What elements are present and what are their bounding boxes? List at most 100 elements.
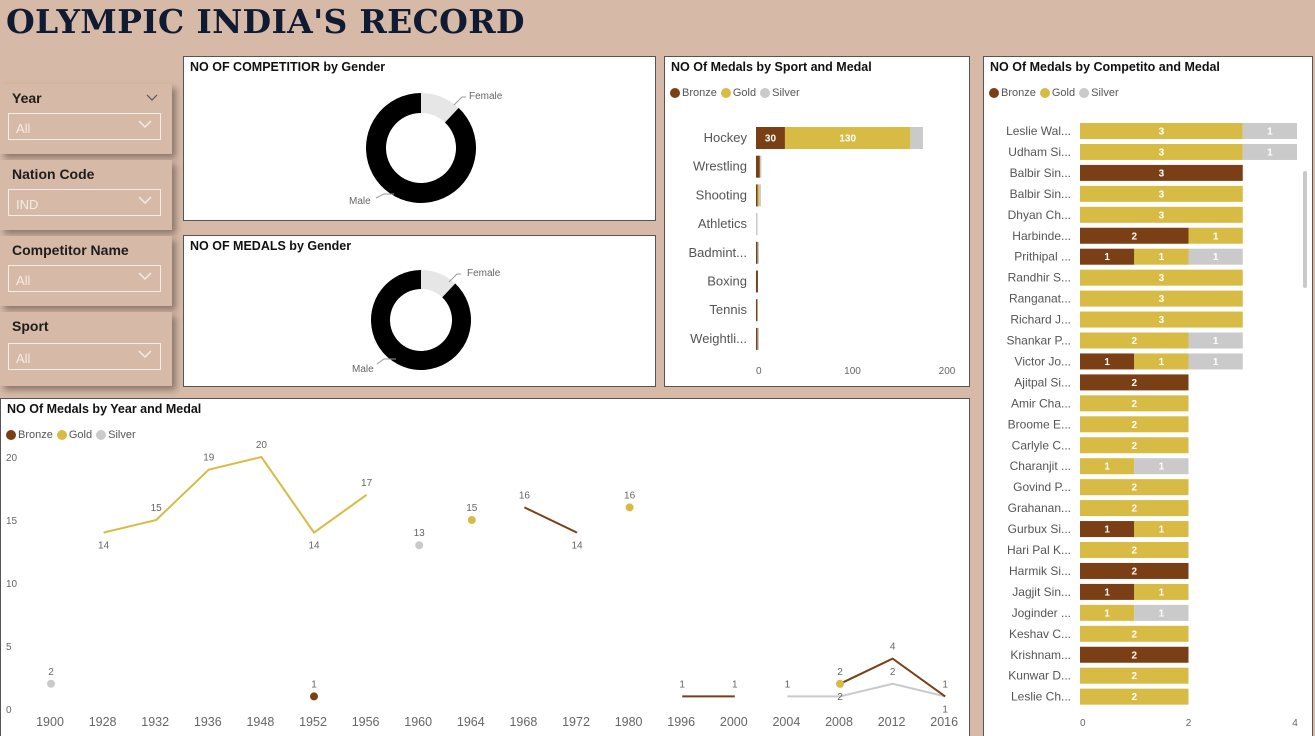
category-label: Ranganat... xyxy=(1009,292,1071,306)
x-tick-label: 2016 xyxy=(930,715,958,729)
medals-by-sport-chart[interactable]: Hockey 30 130 Wrestling Shooting Athletics Bad… xyxy=(665,57,969,386)
bronze-bar[interactable] xyxy=(756,155,760,178)
category-label: Carlyle C... xyxy=(1012,438,1071,452)
x-tick-label: 4 xyxy=(1292,718,1298,729)
medals-by-competitor-chart[interactable]: Leslie Wal... 3 1 Udham Si... 3 1 Balbir Sin..… xyxy=(984,57,1312,736)
data-label: 2 xyxy=(1131,671,1137,682)
category-label: Balbir Sin... xyxy=(1010,166,1071,180)
medals-by-year-panel[interactable]: NO Of Medals by Year and Medal Bronze Go… xyxy=(0,398,970,736)
chevron-down-icon xyxy=(138,196,152,205)
silver-bar[interactable] xyxy=(759,155,762,178)
collapse-chevron-icon[interactable] xyxy=(146,94,158,102)
sport-dropdown[interactable]: All xyxy=(8,343,161,370)
category-label: Tennis xyxy=(709,302,747,317)
sport-slicer[interactable]: Sport All xyxy=(0,312,172,386)
data-label: 2 xyxy=(1131,336,1137,347)
data-label: 1 xyxy=(311,679,317,690)
bronze-bar[interactable] xyxy=(756,327,758,350)
data-label: 1 xyxy=(1213,231,1219,242)
medals-by-competitor-panel[interactable]: NO Of Medals by Competito and Medal Bron… xyxy=(983,56,1313,736)
x-tick-label: 1968 xyxy=(509,715,537,729)
sport-slicer-label: Sport xyxy=(12,318,49,334)
year-dropdown[interactable]: All xyxy=(8,113,161,140)
category-label: Ajitpal Si... xyxy=(1014,375,1071,389)
competitors-by-gender-panel[interactable]: NO OF COMPETITIOR by Gender Female Male xyxy=(183,56,656,221)
data-label: 13 xyxy=(414,528,426,539)
gold-bar[interactable] xyxy=(757,184,760,207)
data-label: 3 xyxy=(1159,294,1165,305)
data-label: 2 xyxy=(1131,441,1137,452)
x-tick-label: 2004 xyxy=(772,715,800,729)
data-label: 1 xyxy=(1104,357,1110,368)
bronze-bar[interactable] xyxy=(756,270,758,293)
silver-line[interactable] xyxy=(787,682,946,698)
data-label: 2 xyxy=(837,667,843,678)
data-label: 3 xyxy=(1159,127,1165,138)
category-label: Victor Jo... xyxy=(1015,354,1071,368)
chevron-down-icon xyxy=(138,350,152,359)
data-label: 1 xyxy=(1159,525,1165,536)
category-label: Joginder ... xyxy=(1012,606,1071,620)
y-tick-label: 10 xyxy=(6,579,18,590)
silver-bar[interactable] xyxy=(759,184,761,207)
competitors-by-gender-donut[interactable]: Female Male xyxy=(184,57,655,220)
female-leader-line xyxy=(453,96,466,106)
bronze-line[interactable] xyxy=(523,506,578,534)
female-label: Female xyxy=(469,91,503,102)
male-label: Male xyxy=(349,196,371,207)
medals-by-year-chart[interactable]: 0 5 10 15 20 1900 1928 1932 1936 1948 1952 1956 1960… xyxy=(1,399,969,736)
medals-by-sport-panel[interactable]: NO Of Medals by Sport and Medal Bronze G… xyxy=(664,56,970,387)
data-label: 1 xyxy=(1267,147,1273,158)
silver-bar[interactable] xyxy=(757,327,760,350)
bronze-bar[interactable] xyxy=(756,241,758,264)
gold-point[interactable] xyxy=(836,679,844,688)
silver-bar[interactable] xyxy=(757,241,760,264)
silver-point[interactable] xyxy=(415,541,424,550)
competitor-name-slicer-label: Competitor Name xyxy=(12,242,129,258)
category-label: Weightli... xyxy=(690,331,747,346)
silver-bar[interactable] xyxy=(756,213,758,236)
data-label: 1 xyxy=(732,679,738,690)
category-label: Grahanan... xyxy=(1008,501,1071,515)
category-label: Prithipal ... xyxy=(1014,250,1071,264)
x-tick-label: 2 xyxy=(1186,718,1192,729)
data-label: 2 xyxy=(1131,566,1137,577)
x-tick-label: 1956 xyxy=(352,715,380,729)
data-label: 3 xyxy=(1159,315,1165,326)
category-label: Krishnam... xyxy=(1010,648,1071,662)
gold-line[interactable] xyxy=(103,455,368,535)
category-label: Balbir Sin... xyxy=(1010,187,1071,201)
medals-by-gender-panel[interactable]: NO OF MEDALS by Gender Female Male xyxy=(183,235,656,387)
x-tick-label: 1972 xyxy=(562,715,590,729)
data-label: 3 xyxy=(1159,147,1165,158)
bronze-point[interactable] xyxy=(310,692,318,701)
gold-point[interactable] xyxy=(625,503,634,512)
year-slicer[interactable]: Year All xyxy=(0,84,172,154)
competitor-name-dropdown[interactable]: All xyxy=(8,265,161,292)
bronze-bar[interactable] xyxy=(756,184,758,207)
nation-code-slicer[interactable]: Nation Code IND xyxy=(0,160,172,230)
category-label: Keshav C... xyxy=(1009,627,1071,641)
silver-bar[interactable] xyxy=(910,127,923,149)
competitor-name-slicer[interactable]: Competitor Name All xyxy=(0,236,172,306)
x-tick-label: 2012 xyxy=(878,715,906,729)
silver-point[interactable] xyxy=(47,679,55,688)
x-tick-label: 1928 xyxy=(89,715,117,729)
data-label: 1 xyxy=(679,679,685,690)
nation-code-slicer-label: Nation Code xyxy=(12,166,95,182)
category-label: Badmint... xyxy=(688,245,747,260)
category-label: Richard J... xyxy=(1010,313,1071,327)
data-label: 130 xyxy=(839,134,856,145)
data-label: 4 xyxy=(890,642,896,653)
gold-point[interactable] xyxy=(467,516,476,524)
sport-dropdown-value: All xyxy=(16,351,31,366)
bronze-bar[interactable] xyxy=(756,299,758,322)
medals-by-gender-donut[interactable]: Female Male xyxy=(184,236,655,386)
x-tick-label: 0 xyxy=(756,366,762,377)
vertical-scrollbar[interactable] xyxy=(1303,171,1307,288)
data-label: 2 xyxy=(1131,504,1137,515)
nation-code-dropdown[interactable]: IND xyxy=(8,189,161,216)
nation-code-dropdown-value: IND xyxy=(16,197,39,212)
data-label: 1 xyxy=(1267,127,1273,138)
female-label: Female xyxy=(467,268,501,279)
